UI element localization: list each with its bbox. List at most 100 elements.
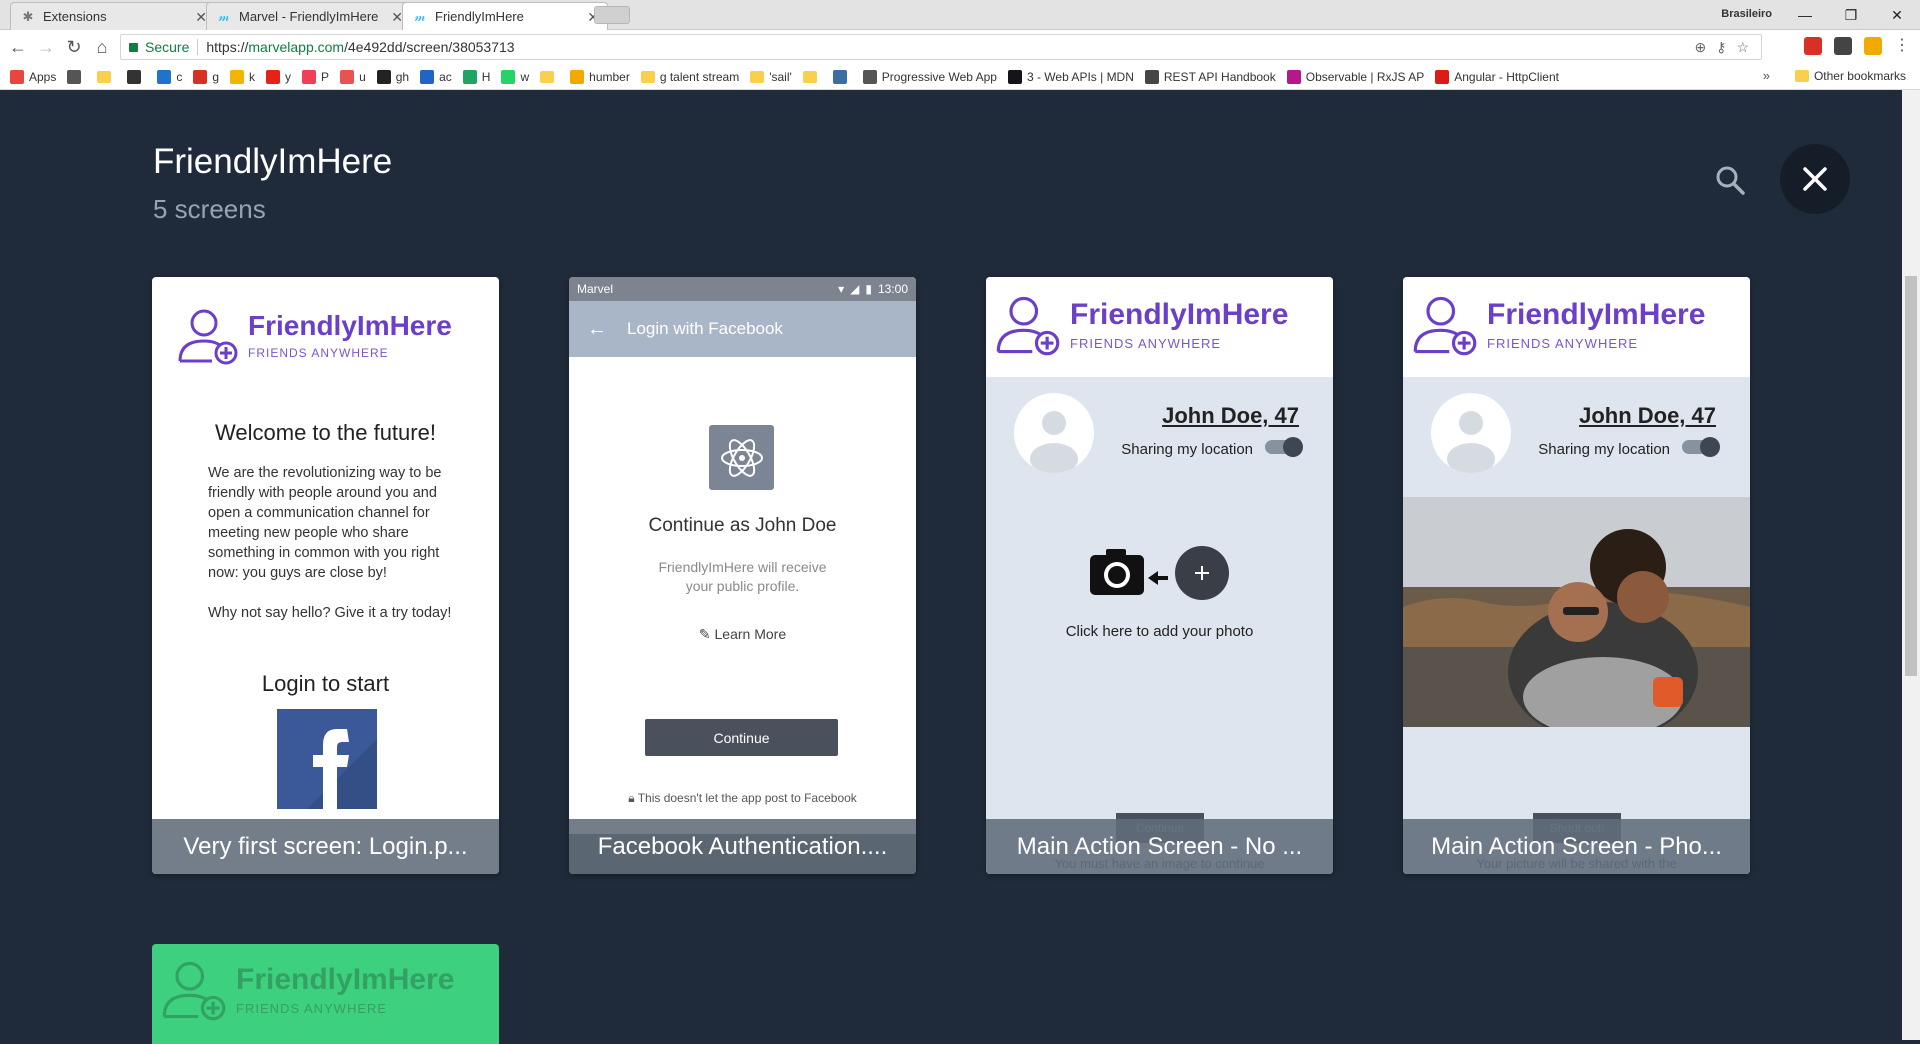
bookmark-item[interactable] xyxy=(540,70,559,83)
facebook-icon xyxy=(277,709,377,809)
home-icon[interactable]: ⌂ xyxy=(90,35,114,59)
bookmark-item[interactable]: k xyxy=(230,69,255,84)
window-close-icon[interactable]: ✕ xyxy=(1874,0,1920,30)
scrollbar-thumb[interactable] xyxy=(1905,276,1917,676)
wifi-icon: ▾ xyxy=(838,282,845,296)
tab-marvel[interactable]: 𝓂 Marvel - FriendlyImHere ✕ xyxy=(206,2,412,30)
bookmark-item[interactable] xyxy=(127,69,146,84)
profile-name[interactable]: Brasileiro xyxy=(1721,8,1772,20)
bookmark-item[interactable] xyxy=(97,70,116,83)
logo-name: FriendlyImHere xyxy=(1070,297,1289,331)
new-tab-button[interactable] xyxy=(594,6,630,24)
signal-icon: ◢ xyxy=(850,282,860,296)
edit-icon: ✎ xyxy=(698,626,715,642)
bookmark-item[interactable]: u xyxy=(340,69,366,84)
tab-extensions[interactable]: ✱ Extensions ✕ xyxy=(10,2,216,30)
bookmark-item[interactable]: Observable | RxJS AP xyxy=(1286,69,1424,84)
lock-icon: 🔒︎ xyxy=(628,791,638,805)
keep-icon xyxy=(230,69,245,84)
logo-name: FriendlyImHere xyxy=(1487,297,1706,331)
zoom-icon[interactable]: ⊕ xyxy=(1694,39,1706,56)
menu-kebab-icon[interactable]: ⋮ xyxy=(1894,37,1912,55)
humber-icon xyxy=(570,69,585,84)
secure-indicator[interactable]: Secure xyxy=(129,39,189,55)
user-placeholder-icon xyxy=(1447,411,1495,473)
bookmark-item[interactable]: gh xyxy=(376,69,409,84)
restore-icon[interactable]: ❐ xyxy=(1828,0,1874,30)
lastpass-icon[interactable] xyxy=(1804,37,1822,55)
user-name: John Doe, 47 xyxy=(1579,403,1716,428)
bookmarks-overflow-chevron[interactable]: » xyxy=(1763,68,1770,83)
search-icon[interactable] xyxy=(1712,162,1748,198)
user-add-icon xyxy=(162,961,226,1021)
screen-card-5[interactable]: FriendlyImHere FRIENDS ANYWHERE xyxy=(152,944,499,1044)
folder-icon xyxy=(540,70,555,83)
bookmark-item[interactable] xyxy=(67,69,86,84)
pocket-icon[interactable] xyxy=(1834,37,1852,55)
rxjs-icon xyxy=(1286,69,1301,84)
back-arrow-icon[interactable]: ← xyxy=(587,318,607,341)
tab-friendlyimhere[interactable]: 𝓂 FriendlyImHere ✕ xyxy=(402,2,608,30)
screen-card-login[interactable]: FriendlyImHere FRIENDS ANYWHERE Welcome … xyxy=(152,277,499,874)
bookmark-star-icon[interactable]: ☆ xyxy=(1736,39,1749,56)
whatsapp-icon xyxy=(501,69,516,84)
back-arrow-icon[interactable]: ← xyxy=(6,35,30,59)
facebook-login-button[interactable] xyxy=(277,709,377,809)
close-button[interactable] xyxy=(1780,144,1850,214)
location-toggle[interactable] xyxy=(1682,437,1720,457)
bookmark-item[interactable]: Progressive Web App xyxy=(862,69,997,84)
bookmark-item[interactable]: ac xyxy=(420,69,452,84)
key-icon[interactable]: ⚷ xyxy=(1716,39,1726,56)
screen-card-main-action-no-photo[interactable]: FriendlyImHere FRIENDS ANYWHERE John Doe… xyxy=(986,277,1333,874)
extension-icon[interactable] xyxy=(1864,37,1882,55)
welcome-body: We are the revolutionizing way to be fri… xyxy=(208,463,468,623)
youtube-icon xyxy=(266,69,281,84)
logo-name: FriendlyImHere xyxy=(248,310,452,341)
minimize-icon[interactable]: — xyxy=(1782,0,1828,30)
add-photo-control[interactable] xyxy=(1090,543,1230,603)
bookmark-item[interactable] xyxy=(802,70,822,83)
learn-more-link[interactable]: ✎ Learn More xyxy=(569,626,916,643)
login-heading: Login to start xyxy=(261,671,390,696)
browser-tab-strip: ✱ Extensions ✕ 𝓂 Marvel - FriendlyImHere… xyxy=(0,0,1920,30)
bookmark-item[interactable]: g talent stream xyxy=(640,70,739,84)
bookmark-item[interactable]: y xyxy=(266,69,291,84)
bookmark-item[interactable] xyxy=(832,69,852,84)
folder-icon xyxy=(802,70,817,83)
address-bar[interactable]: Secure https://marvelapp.com/4e492dd/scr… xyxy=(120,34,1762,60)
bookmark-item[interactable]: 3 - Web APIs | MDN xyxy=(1007,69,1134,84)
apps-grid-icon xyxy=(10,69,24,84)
other-bookmarks[interactable]: Other bookmarks xyxy=(1794,69,1906,83)
bookmark-item[interactable]: Apps xyxy=(10,69,56,84)
bookmark-item[interactable]: 'sail' xyxy=(750,70,792,84)
location-toggle[interactable] xyxy=(1265,437,1303,457)
bookmark-item[interactable]: g xyxy=(193,69,219,84)
marvel-project-overlay: FriendlyImHere 5 screens FriendlyImHere … xyxy=(0,90,1902,1044)
forward-arrow-icon[interactable]: → xyxy=(34,35,58,59)
page-scrollbar[interactable] xyxy=(1902,90,1920,1040)
bookmark-item[interactable]: w xyxy=(501,69,529,84)
h-icon xyxy=(462,69,477,84)
screen-card-facebook-auth[interactable]: Marvel ▾ ◢ ▮ 13:00 ← Login with Facebook Co… xyxy=(569,277,916,874)
app-bar: ← Login with Facebook xyxy=(569,301,916,357)
bookmark-item[interactable]: humber xyxy=(570,69,630,84)
reload-icon[interactable]: ↻ xyxy=(62,35,86,59)
bookmark-item[interactable]: REST API Handbook xyxy=(1144,69,1276,84)
welcome-heading: Welcome to the future! xyxy=(215,420,436,445)
bookmark-item[interactable]: P xyxy=(302,69,329,84)
angular-icon xyxy=(1435,69,1450,84)
url-text[interactable]: https://marvelapp.com/4e492dd/screen/380… xyxy=(206,39,514,55)
bookmark-item[interactable]: H xyxy=(462,69,490,84)
tab-label: FriendlyImHere xyxy=(435,9,524,24)
user-add-icon xyxy=(996,296,1060,356)
main-content: John Doe, 47 Sharing my location xyxy=(1403,377,1750,874)
avatar xyxy=(1431,393,1511,473)
screen-card-main-action-photo[interactable]: FriendlyImHere FRIENDS ANYWHERE John Doe… xyxy=(1403,277,1750,874)
continue-button[interactable]: Continue xyxy=(645,719,838,756)
star-icon xyxy=(67,69,82,84)
logo-tagline: FRIENDS ANYWHERE xyxy=(1070,335,1222,351)
requirement-note: You must have an image to continue xyxy=(1054,856,1265,871)
tab-label: Marvel - FriendlyImHere xyxy=(239,9,379,24)
bookmark-item[interactable]: c xyxy=(157,69,182,84)
bookmark-item[interactable]: Angular - HttpClient xyxy=(1435,69,1559,84)
